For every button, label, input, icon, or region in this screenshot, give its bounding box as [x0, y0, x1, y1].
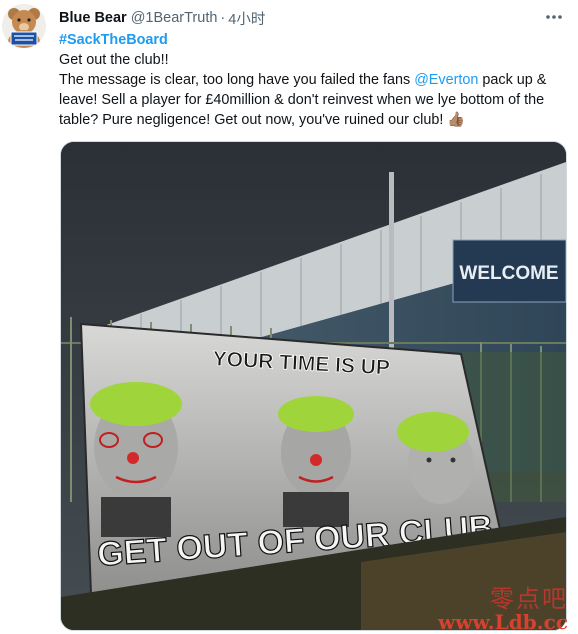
- stadium-banner-photo: WELCOME YOUR TIME IS UP GET OUT OF OUR C…: [61, 142, 566, 630]
- avatar[interactable]: [2, 4, 46, 48]
- thumbs-up-emoji: 👍🏽: [447, 112, 466, 128]
- tweet-text: #SackTheBoard Get out the club!! The mes…: [59, 30, 569, 130]
- tweet-line: Get out the club!!: [59, 52, 169, 68]
- bear-avatar-image: [2, 4, 46, 48]
- tweet-header: Blue Bear @1BearTruth · 4小时: [59, 8, 558, 28]
- watermark-chinese: 零点吧: [490, 585, 568, 613]
- welcome-sign-text: WELCOME: [459, 263, 558, 284]
- display-name[interactable]: Blue Bear: [59, 10, 127, 26]
- tweet-media-photo[interactable]: WELCOME YOUR TIME IS UP GET OUT OF OUR C…: [60, 141, 567, 631]
- user-handle[interactable]: @1BearTruth: [131, 10, 218, 26]
- separator-dot: ·: [220, 10, 226, 26]
- mention-link[interactable]: @Everton: [414, 72, 478, 88]
- watermark: 零点吧 www.Ldb.cc: [438, 586, 568, 632]
- timestamp[interactable]: 4小时: [228, 8, 265, 29]
- tweet[interactable]: Blue Bear @1BearTruth · 4小时 #SackTheBoar…: [0, 0, 578, 634]
- tweet-paragraph: The message is clear, too long have you …: [59, 70, 569, 130]
- more-options-icon[interactable]: [544, 9, 564, 25]
- hashtag-link[interactable]: #SackTheBoard: [59, 30, 569, 50]
- tweet-text-segment: The message is clear, too long have you …: [59, 72, 415, 88]
- watermark-url: www.Ldb.cc: [438, 610, 568, 634]
